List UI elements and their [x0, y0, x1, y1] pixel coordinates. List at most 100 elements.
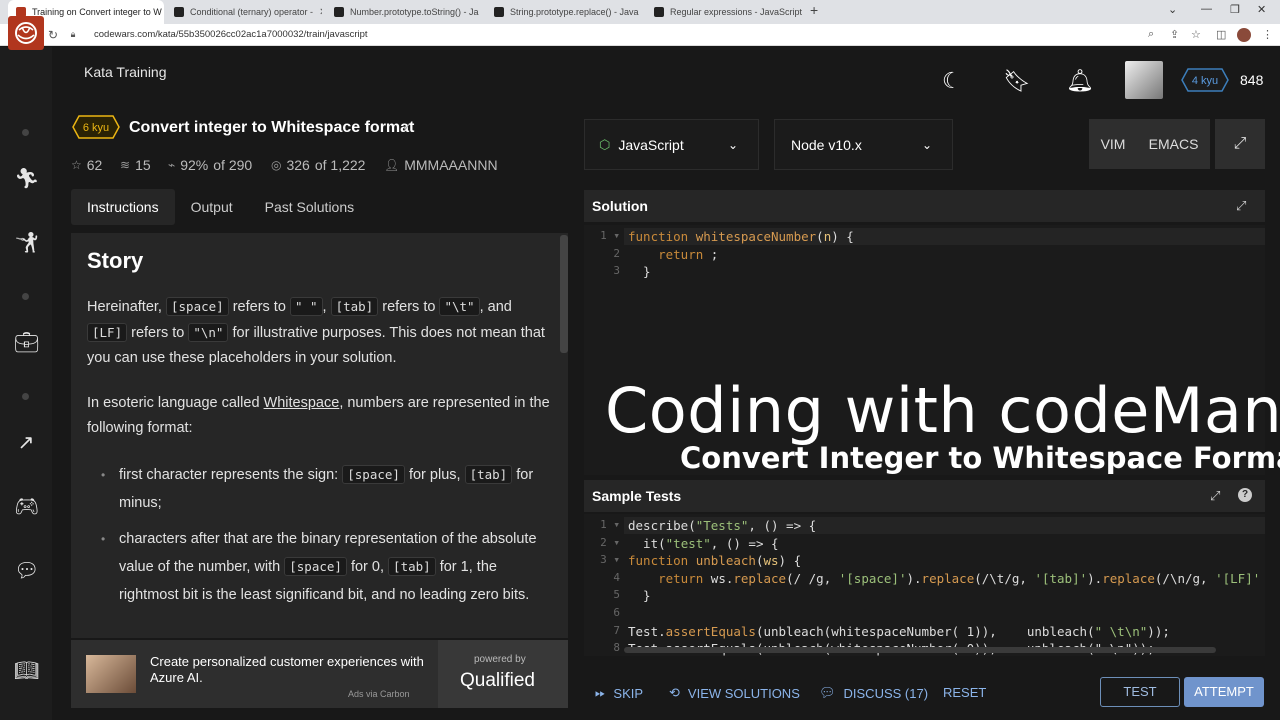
- mdn-favicon-icon: [494, 7, 504, 17]
- code-lf: [LF]: [87, 323, 128, 342]
- reset-label: RESET: [943, 685, 987, 700]
- discuss-button[interactable]: 💬︎ DISCUSS (17): [819, 685, 928, 701]
- code-tab: [tab]: [388, 557, 436, 576]
- solution-title: Solution: [592, 198, 648, 214]
- sample-tests-editor[interactable]: 1 ▾ describe("Tests", () => {2 ▾ it("test…: [584, 514, 1265, 656]
- profile-avatar[interactable]: [1237, 28, 1251, 42]
- code-token: return: [658, 246, 704, 262]
- expand-icon[interactable]: ⤢: [1236, 198, 1246, 214]
- bookmarks-icon[interactable]: 🔖︎: [1003, 68, 1031, 94]
- fullscreen-icon[interactable]: ⤢: [1215, 119, 1265, 169]
- nodejs-icon: ⬡: [599, 136, 611, 152]
- sample-tests-title: Sample Tests: [592, 488, 682, 504]
- zoom-icon[interactable]: ⌕: [1148, 28, 1154, 41]
- emacs-mode-button[interactable]: EMACS: [1149, 136, 1199, 152]
- ad-text[interactable]: Create personalized customer experiences…: [150, 654, 430, 686]
- code-token: (: [816, 229, 824, 244]
- code-line[interactable]: return ;: [628, 247, 718, 262]
- close-tab-icon[interactable]: ✕: [319, 7, 322, 18]
- docs-book-icon[interactable]: 📖︎: [14, 659, 39, 683]
- skip-button[interactable]: ⏩︎ SKIP: [595, 685, 643, 701]
- test-button[interactable]: TEST: [1100, 677, 1180, 707]
- text: for 0,: [346, 559, 389, 575]
- thumbs-icon: ⌁: [168, 158, 176, 172]
- attempted-count: of 1,222: [314, 157, 366, 173]
- horizontal-scrollbar[interactable]: [624, 647, 1216, 653]
- code-line[interactable]: function whitespaceNumber(n) {: [628, 229, 854, 244]
- tab-output[interactable]: Output: [175, 189, 249, 225]
- code-token: Test.: [628, 623, 666, 639]
- share-icon[interactable]: ⇪: [1170, 28, 1179, 41]
- honor-count: 848: [1240, 72, 1264, 88]
- collections-stat[interactable]: ≋ 15: [120, 157, 151, 173]
- code-line[interactable]: function unbleach(ws) {: [628, 553, 801, 568]
- ad-image[interactable]: [86, 655, 136, 693]
- reset-button[interactable]: RESET: [943, 685, 986, 700]
- browser-tab[interactable]: Regular expressions - JavaScript ✕: [646, 0, 802, 24]
- line-number: 5: [613, 588, 620, 602]
- code-line[interactable]: return ws.replace(/ /g, '[space]').repla…: [628, 571, 1260, 586]
- browser-tab[interactable]: String.prototype.replace() - Java ✕: [486, 0, 642, 24]
- version-value: Node v10.x: [791, 136, 862, 153]
- attempt-button[interactable]: ATTEMPT: [1184, 677, 1264, 707]
- codewars-logo-icon: [15, 22, 37, 44]
- browser-tab[interactable]: Number.prototype.toString() - Ja ✕: [326, 0, 482, 24]
- satisfaction-stat: ⌁ 92% of 290: [168, 157, 252, 173]
- code-token: it(: [628, 535, 666, 551]
- code-token: assertEquals: [665, 623, 756, 639]
- code-line[interactable]: }: [628, 264, 651, 279]
- code-space: [space]: [284, 557, 347, 576]
- browser-tab[interactable]: Conditional (ternary) operator - ✕: [166, 0, 322, 24]
- tab-search-icon[interactable]: ⌄: [1168, 3, 1177, 16]
- view-solutions-button[interactable]: ⟲ VIEW SOLUTIONS: [669, 685, 800, 701]
- tab-past-solutions[interactable]: Past Solutions: [249, 189, 371, 225]
- url-field[interactable]: codewars.com/kata/55b350026cc02ac1a70000…: [94, 29, 368, 40]
- bookmark-star-icon[interactable]: ☆: [1191, 28, 1201, 41]
- code-tab: [tab]: [464, 465, 513, 484]
- practice-icon[interactable]: 🤺︎: [14, 231, 39, 255]
- stars-stat[interactable]: ☆ 62: [71, 157, 102, 173]
- language-select[interactable]: ⬡ JavaScript ⌄: [584, 119, 759, 170]
- mdn-favicon-icon: [654, 7, 664, 17]
- help-icon[interactable]: ?: [1238, 488, 1252, 502]
- codewars-logo[interactable]: [8, 16, 44, 50]
- dark-mode-moon-icon[interactable]: ☾: [942, 68, 962, 94]
- minimize-icon[interactable]: —: [1201, 3, 1212, 15]
- discord-icon[interactable]: 🎮︎: [14, 495, 39, 519]
- version-select[interactable]: Node v10.x ⌄: [774, 119, 953, 170]
- code-line[interactable]: describe("Tests", () => {: [628, 518, 816, 533]
- vim-mode-button[interactable]: VIM: [1101, 136, 1126, 152]
- restore-icon[interactable]: ❐: [1230, 3, 1240, 16]
- code-token: replace: [1102, 570, 1155, 586]
- reload-icon[interactable]: ↻: [46, 28, 60, 42]
- sidebar-separator: [22, 129, 29, 136]
- author-stat[interactable]: 👤︎ MMMAAANNN: [384, 157, 498, 173]
- close-window-icon[interactable]: ✕: [1257, 3, 1266, 16]
- keymap-toggle: VIM EMACS: [1089, 119, 1210, 169]
- code-line[interactable]: }: [628, 588, 651, 603]
- code-token: , () => {: [710, 535, 779, 551]
- instructions-panel: Story Hereinafter, [space] refers to " "…: [71, 233, 568, 638]
- new-tab-button[interactable]: +: [810, 2, 818, 18]
- code-token: "test": [665, 535, 711, 551]
- sidepanel-icon[interactable]: ◫: [1216, 28, 1226, 41]
- lock-icon[interactable]: 🔒︎: [66, 29, 80, 40]
- completed-check-icon: ✓: [402, 119, 413, 134]
- briefcase-icon[interactable]: 💼︎: [14, 331, 39, 355]
- notifications-bell-icon[interactable]: 🔔︎: [1066, 68, 1094, 94]
- code-token: ws.: [710, 570, 734, 586]
- leaderboard-icon[interactable]: ↗: [14, 431, 38, 455]
- code-line[interactable]: it("test", () => {: [628, 535, 779, 551]
- code-line[interactable]: Test.assertEquals(unbleach(whitespaceNum…: [628, 624, 1170, 639]
- video-watermark-title: Coding with codeManS: [605, 374, 1280, 447]
- training-icon[interactable]: 🏃︎: [14, 167, 39, 191]
- expand-icon[interactable]: ⤢: [1210, 488, 1220, 504]
- menu-icon[interactable]: ⋮: [1262, 28, 1273, 41]
- tab-title: Number.prototype.toString() - Ja: [350, 7, 479, 17]
- chat-icon[interactable]: 💬︎: [14, 559, 39, 583]
- user-avatar[interactable]: [1125, 61, 1163, 99]
- whitespace-link[interactable]: Whitespace: [264, 395, 340, 411]
- instructions-scrollbar[interactable]: [560, 235, 568, 353]
- tab-instructions[interactable]: Instructions: [71, 189, 175, 225]
- ads-via-carbon-link[interactable]: Ads via Carbon: [348, 689, 410, 699]
